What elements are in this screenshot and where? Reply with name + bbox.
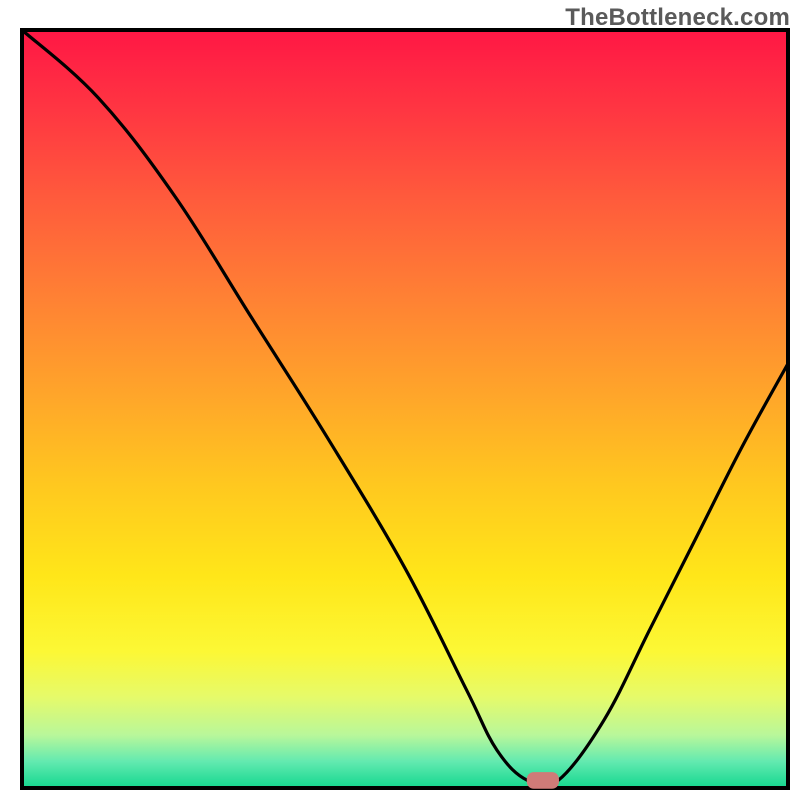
- watermark-label: TheBottleneck.com: [565, 4, 790, 32]
- optimal-point-marker: [527, 772, 559, 789]
- chart-stage: TheBottleneck.com: [0, 0, 800, 800]
- bottleneck-chart: [0, 0, 800, 800]
